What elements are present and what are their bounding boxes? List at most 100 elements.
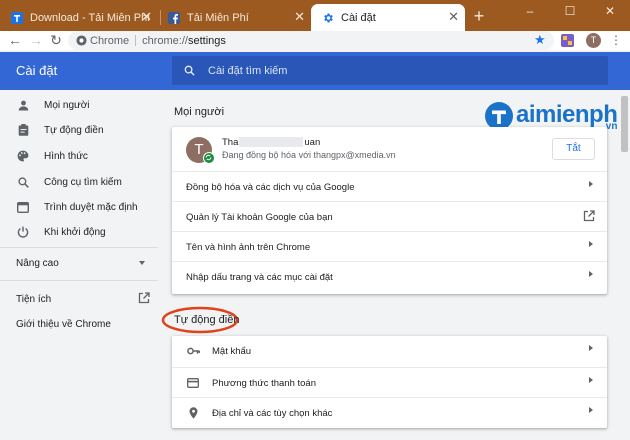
- sidebar-advanced-label: Nâng cao: [16, 257, 59, 269]
- section-title-autofill: Tự động điền: [174, 314, 240, 326]
- tab-strip: Download - Tải Miễn Phí VN - Ph ✕ Tải Mi…: [0, 0, 630, 31]
- close-icon[interactable]: ✕: [294, 10, 305, 24]
- star-icon[interactable]: ★: [534, 33, 546, 47]
- sidebar-advanced[interactable]: Nâng cao: [0, 251, 160, 275]
- sidebar-item-label: Khi khởi động: [44, 226, 106, 238]
- forward-icon[interactable]: →: [27, 31, 45, 50]
- address-bar[interactable]: Chrome chrome://settings ★: [68, 31, 554, 50]
- scrollbar[interactable]: [619, 90, 630, 440]
- url-scheme: chrome://: [142, 34, 188, 47]
- autofill-card: Mật khẩu Phương thức thanh toán Địa chỉ …: [172, 336, 607, 428]
- omnibox-chip: Chrome: [90, 34, 130, 47]
- tab-download[interactable]: Download - Tải Miễn Phí VN - Ph ✕: [0, 4, 158, 31]
- sidebar-divider: [0, 280, 158, 281]
- arrow-right-icon: [589, 345, 593, 351]
- sidebar-item-label: Hình thức: [44, 150, 88, 162]
- arrow-right-icon: [589, 377, 593, 383]
- row-label: Đồng bộ hóa và các dịch vụ của Google: [186, 181, 355, 193]
- open-in-new-icon: [583, 210, 595, 222]
- row-payment-methods[interactable]: Phương thức thanh toán: [172, 367, 607, 398]
- search-input[interactable]: [206, 63, 590, 78]
- reload-icon[interactable]: ↻: [47, 31, 65, 50]
- minimize-icon[interactable]: –: [510, 0, 550, 22]
- search-box[interactable]: [172, 56, 608, 85]
- scrollbar-thumb[interactable]: [621, 96, 628, 152]
- tab-settings[interactable]: Cài đặt ✕: [311, 4, 465, 31]
- row-manage-google-account[interactable]: Quản lý Tài khoản Google của bạn: [172, 201, 607, 232]
- browser-toolbar: ← → ↻ Chrome chrome://settings ★ T ⋮: [0, 31, 630, 50]
- arrow-right-icon: [589, 407, 593, 413]
- sync-status: Đang đồng bộ hóa với thangpx@xmedia.vn: [222, 150, 396, 160]
- row-label: Phương thức thanh toán: [212, 377, 316, 389]
- gear-icon: [321, 11, 335, 25]
- omnibox-divider: [135, 35, 137, 46]
- sidebar-item-default-browser[interactable]: Trình duyệt mặc định: [0, 195, 160, 219]
- close-window-icon[interactable]: ✕: [590, 0, 630, 22]
- turn-off-sync-button[interactable]: Tắt: [552, 138, 595, 160]
- clipboard-icon: [16, 123, 30, 137]
- palette-icon: [16, 149, 30, 163]
- page-title: Cài đặt: [16, 63, 58, 78]
- key-icon: [186, 344, 200, 358]
- new-tab-button[interactable]: +: [470, 7, 488, 25]
- row-passwords[interactable]: Mật khẩu: [172, 336, 607, 366]
- tab-title: Tải Miễn Phí: [187, 11, 249, 24]
- row-addresses[interactable]: Địa chỉ và các tùy chọn khác: [172, 397, 607, 428]
- back-icon[interactable]: ←: [6, 31, 24, 50]
- chevron-down-icon: [139, 261, 145, 265]
- sidebar-item-extensions[interactable]: Tiện ích: [0, 287, 160, 311]
- row-chrome-name-picture[interactable]: Tên và hình ảnh trên Chrome: [172, 231, 607, 262]
- sidebar-divider: [0, 247, 158, 248]
- sidebar-item-people[interactable]: Mọi người: [0, 93, 160, 117]
- sidebar-item-label: Công cụ tìm kiếm: [44, 176, 122, 188]
- tab-title: Cài đặt: [341, 11, 376, 24]
- t-icon: [10, 11, 24, 25]
- tab-title: Download - Tải Miễn Phí VN - Ph: [30, 11, 152, 24]
- extension-icon[interactable]: [560, 33, 575, 48]
- power-icon: [16, 225, 30, 239]
- account-name-end: uan: [304, 137, 321, 148]
- close-icon[interactable]: ✕: [448, 10, 459, 24]
- arrow-right-icon: [589, 241, 593, 247]
- row-label: Địa chỉ và các tùy chọn khác: [212, 407, 333, 419]
- row-sync-services[interactable]: Đồng bộ hóa và các dịch vụ của Google: [172, 171, 607, 202]
- sidebar-item-about[interactable]: Giới thiệu về Chrome: [0, 312, 160, 336]
- sidebar-item-label: Tự động điền: [44, 124, 104, 136]
- sidebar: Mọi người Tự động điền Hình thức Công cụ…: [0, 90, 160, 440]
- browser-icon: [16, 200, 30, 214]
- url-path: settings: [187, 34, 226, 47]
- search-icon: [16, 175, 30, 189]
- redacted-block: [239, 137, 304, 148]
- sidebar-item-search-engine[interactable]: Công cụ tìm kiếm: [0, 170, 160, 194]
- tab-taimienphi[interactable]: Tải Miễn Phí ✕: [161, 4, 311, 31]
- sidebar-item-autofill[interactable]: Tự động điền: [0, 118, 160, 142]
- credit-card-icon: [186, 376, 200, 390]
- sidebar-item-appearance[interactable]: Hình thức: [0, 144, 160, 168]
- row-import-bookmarks[interactable]: Nhập dấu trang và các mục cài đặt: [172, 261, 607, 292]
- account-name-start: Tha: [222, 137, 239, 148]
- row-label: Quản lý Tài khoản Google của bạn: [186, 211, 333, 223]
- sidebar-item-label: Tiện ích: [16, 293, 52, 305]
- location-pin-icon: [186, 406, 200, 420]
- row-label: Nhập dấu trang và các mục cài đặt: [186, 271, 333, 283]
- people-card: T Tha uan Đang đồng bộ hóa với thangpx@xm…: [172, 127, 607, 294]
- close-icon[interactable]: ✕: [141, 10, 152, 24]
- person-icon: [16, 98, 30, 112]
- open-in-new-icon: [138, 292, 150, 304]
- search-icon: [182, 64, 196, 78]
- settings-header: Cài đặt: [0, 52, 630, 90]
- sidebar-item-label: Mọi người: [44, 99, 90, 111]
- sync-badge-icon: [203, 152, 215, 164]
- row-label: Mật khẩu: [212, 345, 252, 357]
- chrome-icon: [76, 35, 87, 46]
- row-label: Tên và hình ảnh trên Chrome: [186, 241, 311, 253]
- profile-avatar[interactable]: T: [586, 33, 601, 48]
- sidebar-item-label: Giới thiệu về Chrome: [16, 318, 111, 330]
- sidebar-item-on-startup[interactable]: Khi khởi động: [0, 220, 160, 244]
- arrow-right-icon: [589, 271, 593, 277]
- maximize-icon[interactable]: ☐: [550, 0, 590, 22]
- section-title-people: Mọi người: [174, 106, 225, 118]
- account-name: Tha uan: [222, 137, 320, 148]
- menu-icon[interactable]: ⋮: [610, 33, 622, 48]
- arrow-right-icon: [589, 181, 593, 187]
